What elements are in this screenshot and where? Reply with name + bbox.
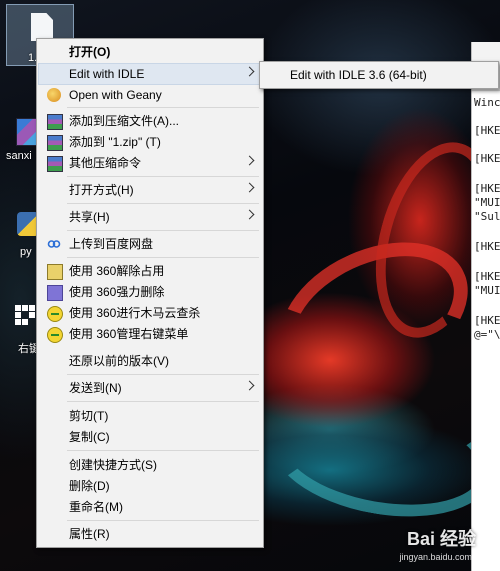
menu-separator [67,176,259,177]
wallpaper-swirl [261,381,500,533]
360-scan-icon [47,306,63,322]
notepad-window[interactable]: Winc [HKE [HKE [HKE "MUI "Sul [HKE [HKE … [471,42,500,571]
360-menu-icon [47,327,63,343]
menu-item-label: 添加到压缩文件(A)... [69,114,179,128]
menu-item-label: 重命名(M) [69,500,123,514]
menu-separator [67,401,259,402]
menu-item-label: 打开(O) [69,45,111,59]
submenu-edit-with-idle: Edit with IDLE 3.6 (64-bit) [259,61,499,89]
notepad-line: Winc [474,96,500,109]
menu-item-upload-baidu[interactable]: 上传到百度网盘 [39,234,261,254]
menu-separator [67,257,259,258]
menu-separator [67,520,259,521]
menu-item-send-to[interactable]: 发送到(N) [39,378,261,398]
menu-separator [67,107,259,108]
menu-item-label: 使用 360解除占用 [69,264,165,278]
menu-item-label: 使用 360强力删除 [69,285,165,299]
menu-separator [67,450,259,451]
menu-item-create-shortcut[interactable]: 创建快捷方式(S) [39,455,261,475]
menu-item-label: 发送到(N) [69,381,122,395]
chevron-right-icon [244,66,255,77]
chevron-right-icon [244,380,255,391]
menu-item-label: 使用 360进行木马云查杀 [69,306,201,320]
menu-separator [67,203,259,204]
menu-item-label: 删除(D) [69,479,110,493]
desktop-icon-label: py [20,246,32,258]
menu-item-label: 上传到百度网盘 [69,237,154,251]
menu-item-label: 剪切(T) [69,409,109,423]
menu-item-360-delete[interactable]: 使用 360强力删除 [39,282,261,302]
menu-item-share[interactable]: 共享(H) [39,207,261,227]
menu-item-other-compress[interactable]: 其他压缩命令 [39,153,261,173]
chevron-right-icon [244,209,255,220]
menu-item-label: Edit with IDLE [69,67,145,81]
menu-item-properties[interactable]: 属性(R) [39,524,261,544]
menu-item-cut[interactable]: 剪切(T) [39,406,261,426]
notepad-line: [HKE [474,182,500,195]
chevron-right-icon [244,155,255,166]
winrar-icon [47,156,63,172]
notepad-line: "MUI [474,196,500,209]
baidu-cloud-icon [47,237,61,251]
menu-item-delete[interactable]: 删除(D) [39,476,261,496]
notepad-line: [HKE [474,152,500,165]
notepad-line: [HKE [474,240,500,253]
menu-item-label: 复制(C) [69,430,110,444]
menu-separator [67,374,259,375]
notepad-line: [HKE [474,124,500,137]
menu-item-open-with-geany[interactable]: Open with Geany [39,85,261,105]
menu-item-label: 添加到 "1.zip" (T) [69,135,161,149]
desktop-icon-label: sanxi [6,150,32,162]
notepad-line: @="\ [474,328,500,341]
menu-item-open-with[interactable]: 打开方式(H) [39,180,261,200]
menu-item-add-to-archive[interactable]: 添加到压缩文件(A)... [39,111,261,131]
file-icon [31,13,53,41]
360-shred-icon [47,285,63,301]
baidu-watermark-url: jingyan.baidu.com [399,552,472,562]
menu-item-open[interactable]: 打开(O) [39,42,261,62]
geany-icon [47,88,61,102]
menu-separator [67,230,259,231]
menu-item-label: Open with Geany [69,88,162,102]
notepad-line: "Sul [474,210,500,223]
menu-item-rename[interactable]: 重命名(M) [39,497,261,517]
menu-item-label: 打开方式(H) [69,183,134,197]
notepad-line: [HKE [474,314,500,327]
winrar-icon [47,135,63,151]
context-menu: 打开(O) Edit with IDLE Open with Geany 添加到… [36,38,264,548]
menu-item-label: 共享(H) [69,210,110,224]
menu-item-restore-versions[interactable]: 还原以前的版本(V) [39,351,261,371]
chevron-right-icon [244,182,255,193]
menu-item-copy[interactable]: 复制(C) [39,427,261,447]
menu-item-360-manage[interactable]: 使用 360管理右键菜单 [39,324,261,344]
menu-item-label: 还原以前的版本(V) [69,354,169,368]
menu-item-label: 属性(R) [69,527,110,541]
360-unlock-icon [47,264,63,280]
submenu-item-idle-36[interactable]: Edit with IDLE 3.6 (64-bit) [290,68,427,82]
menu-item-edit-with-idle[interactable]: Edit with IDLE [38,63,262,85]
notepad-line: "MUI [474,284,500,297]
notepad-line: [HKE [474,270,500,283]
winrar-icon [47,114,63,130]
menu-item-add-to-zip[interactable]: 添加到 "1.zip" (T) [39,132,261,152]
menu-item-label: 创建快捷方式(S) [69,458,157,472]
menu-item-label: 使用 360管理右键菜单 [69,327,189,341]
baidu-watermark: Bai 经验 [406,529,476,549]
menu-item-360-scan[interactable]: 使用 360进行木马云查杀 [39,303,261,323]
menu-item-label: 其他压缩命令 [69,156,142,170]
menu-item-360-unlock[interactable]: 使用 360解除占用 [39,261,261,281]
shortcut-icon[interactable] [12,302,38,328]
